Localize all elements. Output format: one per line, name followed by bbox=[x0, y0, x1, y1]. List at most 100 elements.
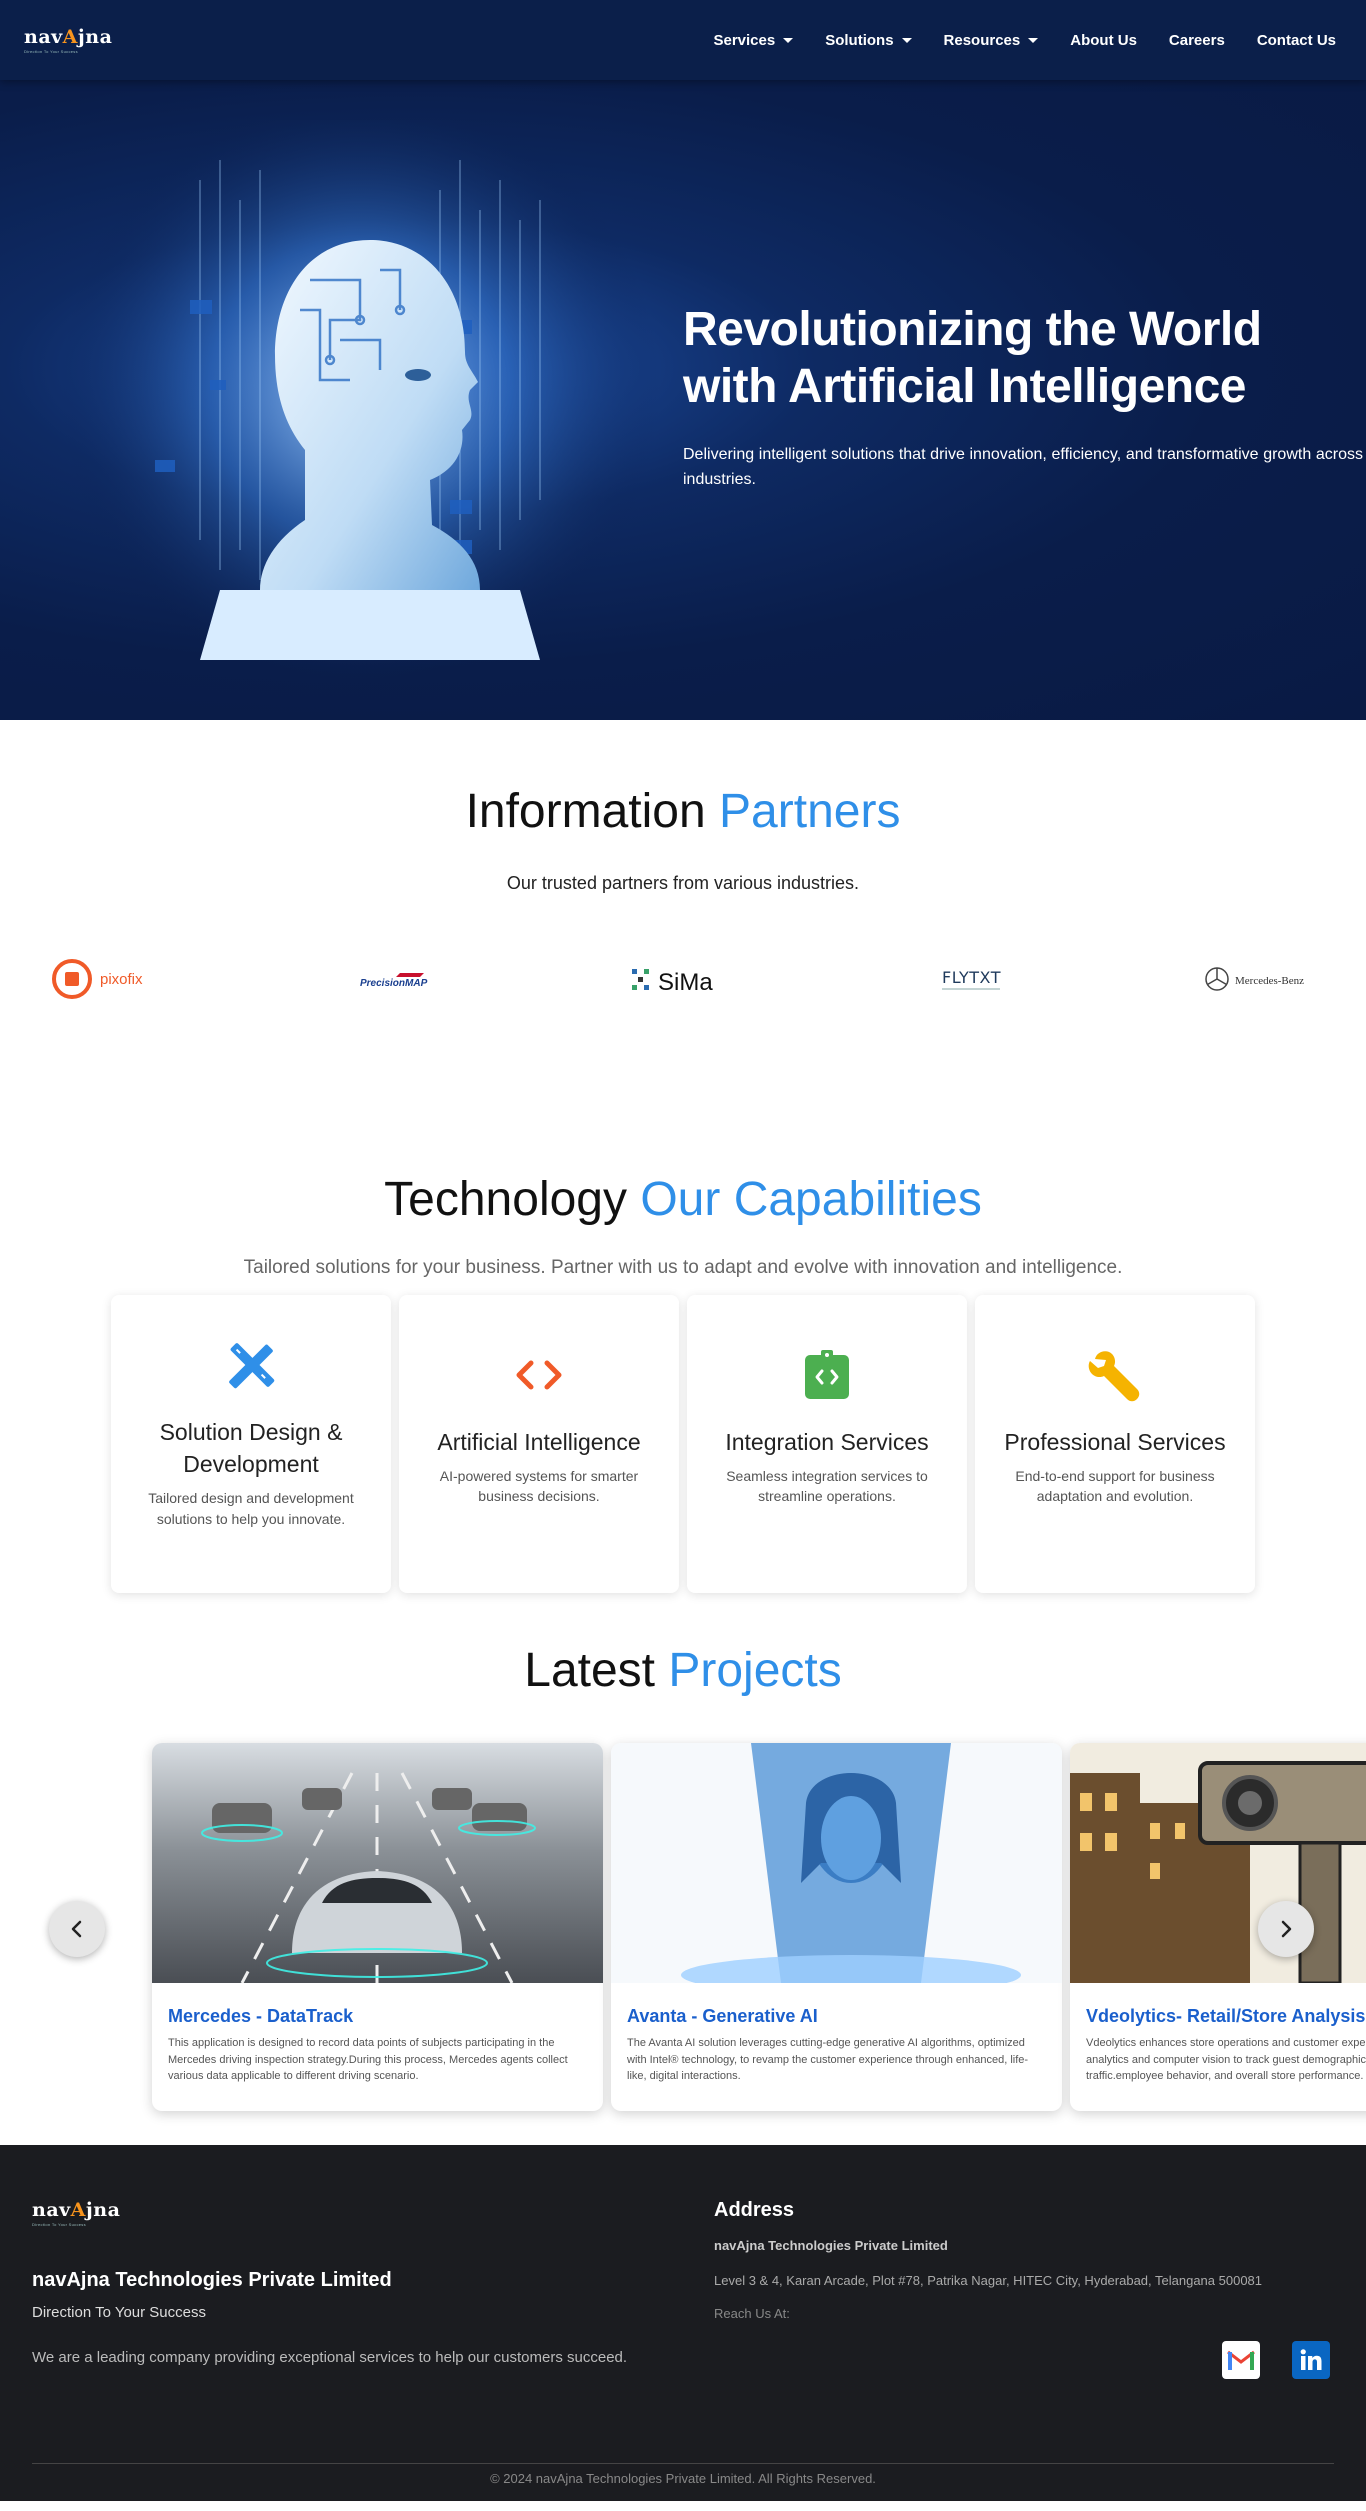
sima-logo-text: SiMa bbox=[658, 969, 713, 996]
footer-company-name: navAjna Technologies Private Limited bbox=[32, 2269, 392, 2291]
nav-contact-us-label: Contact Us bbox=[1256, 31, 1336, 49]
logo-text-jna: jna bbox=[77, 26, 113, 48]
code-brackets-icon bbox=[516, 1360, 562, 1390]
chevron-right-icon bbox=[1281, 1920, 1292, 1938]
capabilities-section: Technology Our Capabilities Tailored sol… bbox=[0, 1130, 1366, 1593]
linkedin-icon[interactable] bbox=[1292, 2341, 1330, 2379]
chevron-left-icon bbox=[71, 1920, 82, 1938]
integration-icon bbox=[805, 1350, 849, 1399]
partners-title-pre: Information bbox=[465, 785, 706, 838]
footer-logo-text-nav: nav bbox=[32, 2199, 71, 2221]
vdeolytics-camera-image bbox=[1070, 1743, 1366, 1985]
nav-solutions-label: Solutions bbox=[825, 31, 894, 49]
capability-cards: Solution Design & Development Tailored d… bbox=[0, 1295, 1366, 1593]
pixofix-logo[interactable]: pixofix bbox=[30, 954, 180, 1004]
sima-logo[interactable]: SiMa bbox=[608, 954, 758, 1004]
pixofix-logo-text: pixofix bbox=[100, 971, 143, 988]
address-text: Level 3 & 4, Karan Arcade, Plot #78, Pat… bbox=[714, 2273, 1263, 2288]
carousel-prev-button[interactable] bbox=[49, 1901, 105, 1957]
nav-contact-us[interactable]: Contact Us bbox=[1257, 32, 1336, 49]
project-body: Vdeolytics- Retail/Store Analysis Vdeoly… bbox=[1070, 1988, 1366, 2103]
project-body: Avanta - Generative AI The Avanta AI sol… bbox=[611, 1988, 1062, 2103]
capability-desc: Seamless integration services to streaml… bbox=[726, 1468, 928, 1505]
projects-title-highlight: Projects bbox=[668, 1644, 842, 1697]
logo-tagline: Direction To Your Success bbox=[24, 49, 78, 54]
project-desc: The Avanta AI solution leverages cutting… bbox=[627, 2037, 1029, 2082]
project-title[interactable]: Mercedes - DataTrack bbox=[168, 2006, 587, 2027]
footer-logo-text-jna: jna bbox=[85, 2199, 121, 2221]
capability-desc: Tailored design and development solution… bbox=[148, 1490, 354, 1527]
partners-subtitle: Our trusted partners from various indust… bbox=[506, 873, 860, 893]
project-card-mercedes[interactable]: Mercedes - DataTrack This application is… bbox=[152, 1743, 603, 2111]
footer-logo-tagline: Direction To Your Success bbox=[32, 2222, 86, 2227]
navajna-logo[interactable]: navAjna Direction To Your Success bbox=[24, 26, 112, 54]
carousel-next-button[interactable] bbox=[1258, 1901, 1314, 1957]
hero-text: Revolutionizing the World with Artificia… bbox=[683, 302, 1363, 493]
partners-section: Information Partners Our trusted partner… bbox=[0, 720, 1366, 1130]
chevron-down-icon bbox=[1028, 37, 1039, 43]
main-menu: Services Solutions Resources About Us Ca… bbox=[713, 32, 1336, 49]
mercedes-benz-logo-text: Mercedes-Benz bbox=[1235, 975, 1304, 987]
project-desc: Vdeolytics enhances store operations and… bbox=[1086, 2037, 1366, 2082]
hero-section: Revolutionizing the World with Artificia… bbox=[0, 80, 1366, 720]
footer-logo-text-a: A bbox=[70, 2199, 86, 2221]
flytxt-logo-text: FLYTXT bbox=[942, 968, 1001, 987]
capability-card-ai[interactable]: Artificial Intelligence AI-powered syste… bbox=[399, 1295, 679, 1593]
hero-title: Revolutionizing the World with Artificia… bbox=[683, 303, 1262, 413]
address-heading: Address bbox=[714, 2199, 795, 2221]
capability-title: Integration Services bbox=[725, 1429, 929, 1455]
chevron-down-icon bbox=[901, 37, 912, 43]
mercedes-benz-logo[interactable]: Mercedes-Benz bbox=[1186, 954, 1336, 1004]
project-body: Mercedes - DataTrack This application is… bbox=[152, 1988, 603, 2103]
capability-desc: End-to-end support for business adaptati… bbox=[1015, 1468, 1215, 1505]
logo-text-nav: nav bbox=[24, 26, 63, 48]
nav-careers-label: Careers bbox=[1168, 31, 1225, 49]
projects-title-pre: Latest bbox=[524, 1644, 656, 1697]
precisionmap-logo-text: PrecisionMAP bbox=[360, 978, 428, 989]
logo-text-a: A bbox=[62, 26, 78, 48]
capability-title: Artificial Intelligence bbox=[437, 1429, 641, 1455]
projects-title: Latest Projects bbox=[0, 1643, 1366, 1698]
capability-title: Professional Services bbox=[1004, 1429, 1226, 1455]
footer-divider bbox=[32, 2463, 1334, 2464]
wrench-icon bbox=[1088, 1351, 1140, 1402]
nav-solutions[interactable]: Solutions bbox=[825, 31, 912, 49]
gmail-icon[interactable] bbox=[1222, 2341, 1260, 2379]
capabilities-subtitle: Tailored solutions for your business. Pa… bbox=[243, 1257, 1123, 1278]
capabilities-title-highlight: Our Capabilities bbox=[640, 1173, 982, 1226]
footer-description: We are a leading company providing excep… bbox=[32, 2349, 628, 2366]
project-title[interactable]: Avanta - Generative AI bbox=[627, 2006, 1046, 2027]
nav-services[interactable]: Services bbox=[713, 31, 794, 49]
capability-card-professional[interactable]: Professional Services End-to-end support… bbox=[975, 1295, 1255, 1593]
avanta-ai-face-image bbox=[611, 1743, 1062, 1995]
footer-address-block: Address navAjna Technologies Private Lim… bbox=[714, 2199, 1344, 2321]
capabilities-title: Technology Our Capabilities bbox=[0, 1172, 1366, 1227]
partner-logos: pixofix PrecisionMAP SiMa FLYTXT Mercede… bbox=[0, 954, 1366, 1004]
social-links bbox=[1222, 2341, 1330, 2379]
flytxt-logo[interactable]: FLYTXT bbox=[897, 954, 1047, 1004]
partners-title-highlight: Partners bbox=[719, 785, 901, 838]
copyright: © 2024 navAjna Technologies Private Limi… bbox=[490, 2471, 876, 2486]
nav-about-us[interactable]: About Us bbox=[1070, 32, 1137, 49]
capability-card-integration[interactable]: Integration Services Seamless integratio… bbox=[687, 1295, 967, 1593]
nav-careers[interactable]: Careers bbox=[1169, 32, 1225, 49]
footer-tagline: Direction To Your Success bbox=[32, 2304, 206, 2321]
address-company: navAjna Technologies Private Limited bbox=[714, 2238, 948, 2253]
project-card-avanta[interactable]: Avanta - Generative AI The Avanta AI sol… bbox=[611, 1743, 1062, 2111]
nav-services-label: Services bbox=[713, 31, 776, 49]
chevron-down-icon bbox=[783, 37, 794, 43]
nav-resources[interactable]: Resources bbox=[944, 32, 1039, 49]
reach-us-label: Reach Us At: bbox=[714, 2306, 790, 2321]
ai-head-illustration bbox=[60, 120, 660, 720]
capability-title: Solution Design & Development bbox=[159, 1419, 343, 1478]
projects-section: Latest Projects Mercedes - DataTrack Thi… bbox=[0, 1593, 1366, 2145]
design-tools-icon bbox=[229, 1343, 275, 1389]
footer: navAjna Direction To Your Success navAjn… bbox=[0, 2145, 1366, 2501]
project-card-vdeolytics[interactable]: Vdeolytics- Retail/Store Analysis Vdeoly… bbox=[1070, 1743, 1366, 2111]
partners-title: Information Partners bbox=[0, 784, 1366, 839]
capability-card-solution-design[interactable]: Solution Design & Development Tailored d… bbox=[111, 1295, 391, 1593]
precisionmap-logo[interactable]: PrecisionMAP bbox=[319, 954, 469, 1004]
footer-left: navAjna Direction To Your Success navAjn… bbox=[32, 2199, 692, 2366]
project-title[interactable]: Vdeolytics- Retail/Store Analysis bbox=[1086, 2006, 1366, 2027]
footer-logo[interactable]: navAjna Direction To Your Success bbox=[32, 2199, 692, 2227]
